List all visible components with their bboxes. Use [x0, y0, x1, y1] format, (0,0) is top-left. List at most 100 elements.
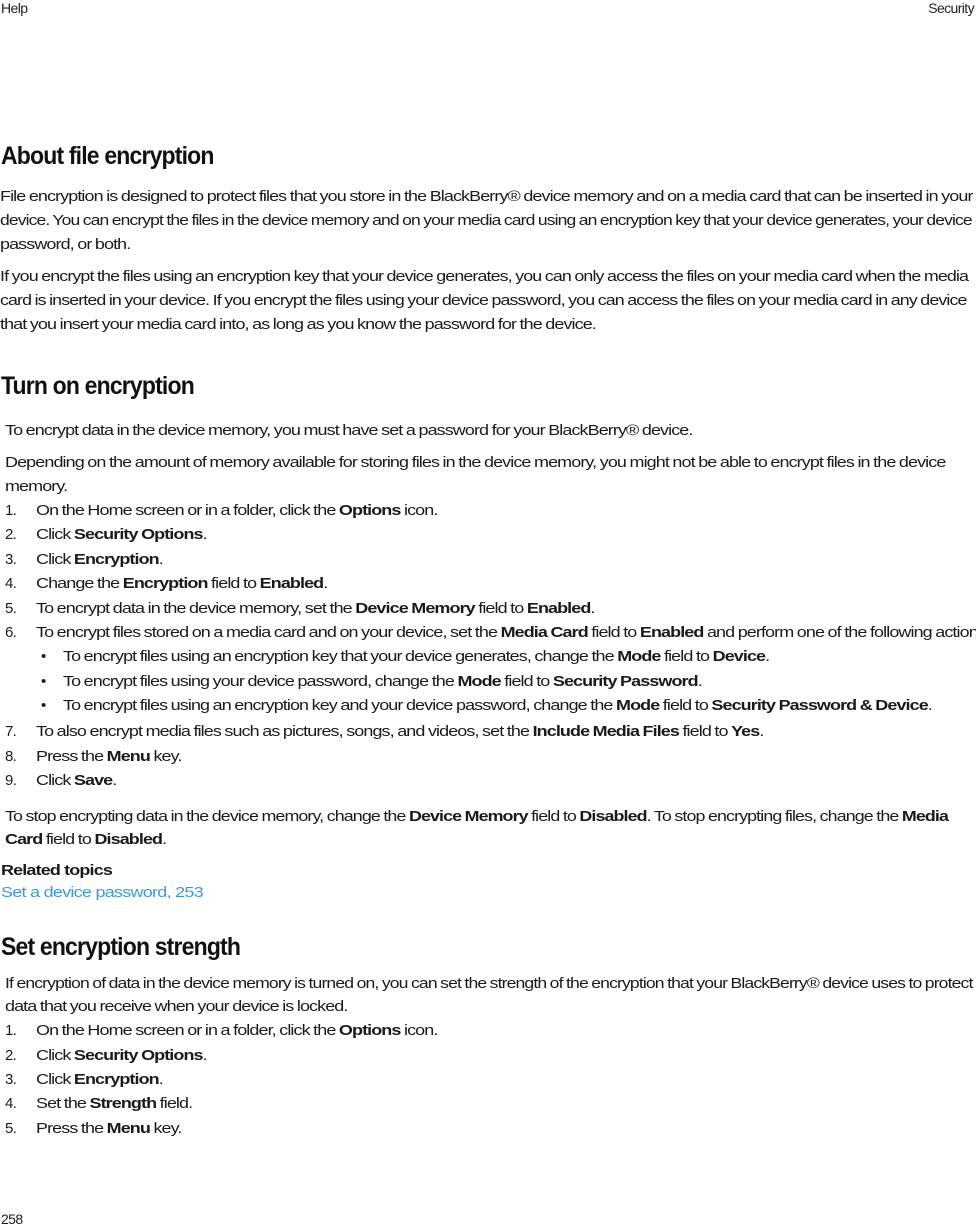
about-para1-line1: File encryption is designed to protect f…: [0, 188, 973, 205]
bold-term: Security Options: [73, 526, 204, 543]
step-number: 3.: [5, 551, 17, 568]
step-number: 1.: [5, 502, 17, 519]
step-number: 6.: [5, 624, 17, 641]
bold-term: Media Card: [500, 624, 589, 641]
text: .: [202, 526, 208, 543]
text: .: [759, 723, 764, 740]
related-topic-link[interactable]: Set a device password, 253: [1, 884, 204, 901]
step-text: Click Encryption.: [36, 1068, 164, 1092]
text: Click: [36, 772, 74, 789]
turn-on-intro2-line2: memory.: [5, 478, 68, 495]
bold-term: Security Password: [552, 673, 699, 690]
text: To encrypt files using an encryption key…: [63, 648, 618, 665]
bold-term: Card: [5, 831, 43, 848]
step-text: Click Save.: [36, 769, 117, 793]
text: .: [112, 772, 117, 789]
bold-term: Security Options: [73, 1047, 204, 1064]
bold-term: Options: [338, 1022, 401, 1039]
text: field to: [659, 697, 712, 714]
text: Set the: [36, 1095, 90, 1112]
text: field to: [660, 648, 713, 665]
step-text: Press the Menu key.: [36, 745, 182, 769]
text: field to: [500, 673, 553, 690]
bold-term: Security Password & Device: [711, 697, 928, 714]
text: To stop encrypting data in the device me…: [5, 808, 409, 825]
step-text: Change the Encryption field to Enabled.: [36, 572, 328, 596]
bold-term: Encryption: [122, 575, 209, 592]
bold-term: Encryption: [73, 1071, 160, 1088]
text: .: [765, 648, 770, 665]
text: field to: [42, 831, 95, 848]
text: field.: [156, 1095, 193, 1112]
step-text: Set the Strength field.: [36, 1092, 193, 1116]
text: To encrypt data in the device memory, se…: [36, 600, 356, 617]
bold-term: Menu: [106, 1120, 151, 1137]
bold-term: Include Media Files: [532, 723, 680, 740]
text: To also encrypt media files such as pict…: [36, 723, 533, 740]
stop-encrypting-line2: Card field to Disabled.: [5, 828, 167, 852]
about-para2-line3: that you insert your media card into, as…: [0, 316, 597, 333]
step-number: 5.: [5, 1120, 17, 1137]
turn-on-intro2-line1: Depending on the amount of memory availa…: [5, 454, 946, 471]
step-text: To encrypt data in the device memory, se…: [36, 597, 596, 621]
text: To encrypt files using an encryption key…: [63, 697, 617, 714]
bold-term: Mode: [617, 648, 661, 665]
text: .: [158, 1071, 164, 1088]
text: Click: [36, 1071, 74, 1088]
bold-term: Mode: [616, 697, 660, 714]
text: field to: [587, 624, 640, 641]
text: field to: [207, 575, 260, 592]
text: and perform one of the following actions…: [703, 624, 976, 641]
bold-term: Device Memory: [408, 808, 529, 825]
step-text: On the Home screen or in a folder, click…: [36, 499, 438, 523]
bold-term: Yes: [731, 723, 760, 740]
text: Click: [36, 526, 74, 543]
page-number: 258: [1, 1211, 23, 1227]
text: .: [202, 1047, 208, 1064]
step-number: 9.: [5, 772, 17, 789]
bold-term: Enabled: [639, 624, 704, 641]
text: .: [323, 575, 328, 592]
bold-term: Mode: [457, 673, 501, 690]
bullet-text: To encrypt files using an encryption key…: [63, 694, 933, 718]
bold-term: Menu: [106, 748, 151, 765]
strength-intro-line2: data that you receive when your device i…: [5, 998, 348, 1015]
step-number: 8.: [5, 748, 17, 765]
step-number: 5.: [5, 600, 17, 617]
text: icon.: [400, 1022, 438, 1039]
about-para1-line3: password, or both.: [0, 236, 131, 253]
stop-encrypting-line1: To stop encrypting data in the device me…: [5, 805, 949, 829]
bullet-text: To encrypt files using an encryption key…: [63, 645, 770, 669]
bold-term: Enabled: [526, 600, 591, 617]
about-para2-line1: If you encrypt the files using an encryp…: [0, 268, 969, 285]
text: To encrypt files using your device passw…: [63, 673, 458, 690]
step-text: On the Home screen or in a folder, click…: [36, 1019, 438, 1043]
step-number: 2.: [5, 1047, 17, 1064]
turn-on-intro1: To encrypt data in the device memory, yo…: [5, 422, 693, 439]
step-number: 2.: [5, 526, 17, 543]
step-number: 1.: [5, 1022, 17, 1039]
step-number: 3.: [5, 1071, 17, 1088]
bullet-text: To encrypt files using your device passw…: [63, 670, 703, 694]
bold-term: Save: [73, 772, 113, 789]
step-text: To encrypt files stored on a media card …: [36, 621, 976, 645]
text: field to: [527, 808, 580, 825]
step-number: 4.: [5, 1095, 17, 1112]
text: On the Home screen or in a folder, click…: [36, 1022, 339, 1039]
step-text: Click Security Options.: [36, 1044, 208, 1068]
step-number: 4.: [5, 575, 17, 592]
text: Click: [36, 551, 74, 568]
bold-term: Media: [901, 808, 949, 825]
step-text: Click Encryption.: [36, 548, 164, 572]
text: .: [162, 831, 167, 848]
text: icon.: [400, 502, 438, 519]
step-number: 7.: [5, 723, 17, 740]
text: To encrypt files stored on a media card …: [36, 624, 501, 641]
bold-term: Enabled: [259, 575, 324, 592]
text: field to: [474, 600, 527, 617]
bold-term: Disabled: [579, 808, 647, 825]
running-header-right: Security: [928, 0, 974, 16]
step-text: To also encrypt media files such as pict…: [36, 720, 764, 744]
text: .: [697, 673, 703, 690]
about-para2-line2: card is inserted in your device. If you …: [0, 292, 967, 309]
